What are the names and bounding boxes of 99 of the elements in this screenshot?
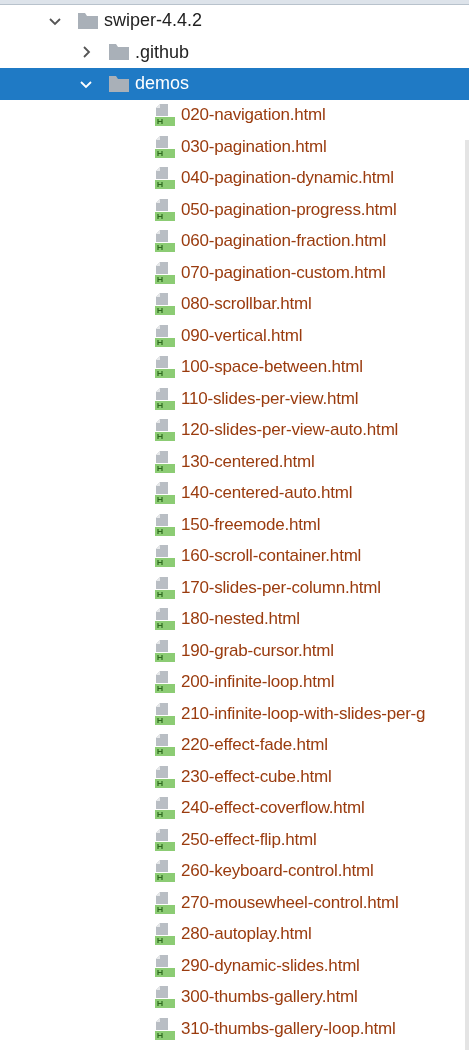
tree-row[interactable]: 070-pagination-custom.html: [0, 257, 469, 289]
file-name: 080-scrollbar.html: [181, 294, 312, 315]
html-file-icon: [154, 701, 176, 726]
html-file-icon: [154, 449, 176, 474]
tree-row[interactable]: 250-effect-flip.html: [0, 824, 469, 856]
html-file-icon: [154, 922, 176, 947]
tree-row[interactable]: 150-freemode.html: [0, 509, 469, 541]
tree-row[interactable]: 130-centered.html: [0, 446, 469, 478]
file-name: 140-centered-auto.html: [181, 483, 353, 504]
html-file-icon: [154, 355, 176, 380]
tree-row[interactable]: swiper-4.4.2: [0, 5, 469, 37]
html-file-icon: [154, 1016, 176, 1041]
tree-row[interactable]: 280-autoplay.html: [0, 918, 469, 950]
tree-row[interactable]: .github: [0, 36, 469, 68]
tree-row[interactable]: 190-grab-cursor.html: [0, 635, 469, 667]
file-name: 060-pagination-fraction.html: [181, 231, 387, 252]
file-name: 030-pagination.html: [181, 136, 327, 157]
file-name: 240-effect-coverflow.html: [181, 798, 365, 819]
tree-row[interactable]: 100-space-between.html: [0, 351, 469, 383]
tree-row[interactable]: 220-effect-fade.html: [0, 729, 469, 761]
file-name: 120-slides-per-view-auto.html: [181, 420, 399, 441]
file-name: 090-vertical.html: [181, 325, 303, 346]
html-file-icon: [154, 544, 176, 569]
html-file-icon: [154, 418, 176, 443]
file-name: 300-thumbs-gallery.html: [181, 987, 358, 1008]
file-name: 170-slides-per-column.html: [181, 577, 381, 598]
html-file-icon: [154, 733, 176, 758]
tree-row[interactable]: 170-slides-per-column.html: [0, 572, 469, 604]
folder-name: demos: [135, 73, 190, 95]
tree-row[interactable]: 080-scrollbar.html: [0, 288, 469, 320]
tree-row[interactable]: 090-vertical.html: [0, 320, 469, 352]
folder-name: .github: [135, 41, 190, 63]
html-file-icon: [154, 890, 176, 915]
file-name: 160-scroll-container.html: [181, 546, 362, 567]
tree-row[interactable]: 120-slides-per-view-auto.html: [0, 414, 469, 446]
folder-name: swiper-4.4.2: [104, 10, 203, 32]
folder-icon: [108, 74, 130, 93]
file-name: 250-effect-flip.html: [181, 829, 317, 850]
file-name: 200-infinite-loop.html: [181, 672, 335, 693]
html-file-icon: [154, 197, 176, 222]
file-name: 150-freemode.html: [181, 514, 321, 535]
tree-row[interactable]: 040-pagination-dynamic.html: [0, 162, 469, 194]
file-name: 210-infinite-loop-with-slides-per-g: [181, 703, 426, 724]
tree-row[interactable]: 270-mousewheel-control.html: [0, 887, 469, 919]
html-file-icon: [154, 229, 176, 254]
tree-row[interactable]: 020-navigation.html: [0, 99, 469, 131]
tree-row[interactable]: 060-pagination-fraction.html: [0, 225, 469, 257]
html-file-icon: [154, 292, 176, 317]
html-file-icon: [154, 827, 176, 852]
file-name: 130-centered.html: [181, 451, 315, 472]
file-name: 280-autoplay.html: [181, 924, 312, 945]
file-name: 110-slides-per-view.html: [181, 388, 359, 409]
file-name: 020-navigation.html: [181, 105, 326, 126]
file-name: 310-thumbs-gallery-loop.html: [181, 1018, 396, 1039]
tree-row[interactable]: 110-slides-per-view.html: [0, 383, 469, 415]
tree-row[interactable]: 140-centered-auto.html: [0, 477, 469, 509]
tree-row[interactable]: demos: [0, 68, 469, 100]
file-name: 290-dynamic-slides.html: [181, 955, 360, 976]
folder-icon: [108, 43, 130, 62]
file-name: 270-mousewheel-control.html: [181, 892, 399, 913]
html-file-icon: [154, 260, 176, 285]
html-file-icon: [154, 607, 176, 632]
tree-row[interactable]: 290-dynamic-slides.html: [0, 950, 469, 982]
html-file-icon: [154, 985, 176, 1010]
folder-icon: [77, 11, 99, 30]
file-name: 100-space-between.html: [181, 357, 363, 378]
html-file-icon: [154, 481, 176, 506]
html-file-icon: [154, 103, 176, 128]
tree-row[interactable]: 210-infinite-loop-with-slides-per-g: [0, 698, 469, 730]
file-name: 050-pagination-progress.html: [181, 199, 397, 220]
tree-row[interactable]: 200-infinite-loop.html: [0, 666, 469, 698]
file-name: 040-pagination-dynamic.html: [181, 168, 394, 189]
tree-row[interactable]: 030-pagination.html: [0, 131, 469, 163]
tree-row[interactable]: 300-thumbs-gallery.html: [0, 981, 469, 1013]
tree-row[interactable]: 230-effect-cube.html: [0, 761, 469, 793]
tree-row[interactable]: 160-scroll-container.html: [0, 540, 469, 572]
html-file-icon: [154, 166, 176, 191]
tree-row[interactable]: 260-keyboard-control.html: [0, 855, 469, 887]
tree-row[interactable]: 310-thumbs-gallery-loop.html: [0, 1013, 469, 1045]
html-file-icon: [154, 323, 176, 348]
file-name: 260-keyboard-control.html: [181, 861, 374, 882]
file-name: 230-effect-cube.html: [181, 766, 332, 787]
html-file-icon: [154, 638, 176, 663]
html-file-icon: [154, 670, 176, 695]
file-name: 180-nested.html: [181, 609, 300, 630]
html-file-icon: [154, 512, 176, 537]
file-name: 190-grab-cursor.html: [181, 640, 334, 661]
html-file-icon: [154, 386, 176, 411]
html-file-icon: [154, 953, 176, 978]
html-file-icon: [154, 575, 176, 600]
tree-row[interactable]: 180-nested.html: [0, 603, 469, 635]
file-name: 220-effect-fade.html: [181, 735, 328, 756]
html-file-icon: [154, 859, 176, 884]
html-file-icon: [154, 764, 176, 789]
tree-row[interactable]: 050-pagination-progress.html: [0, 194, 469, 226]
html-file-icon: [154, 134, 176, 159]
html-file-icon: [154, 796, 176, 821]
tree-row[interactable]: 240-effect-coverflow.html: [0, 792, 469, 824]
file-name: 070-pagination-custom.html: [181, 262, 386, 283]
